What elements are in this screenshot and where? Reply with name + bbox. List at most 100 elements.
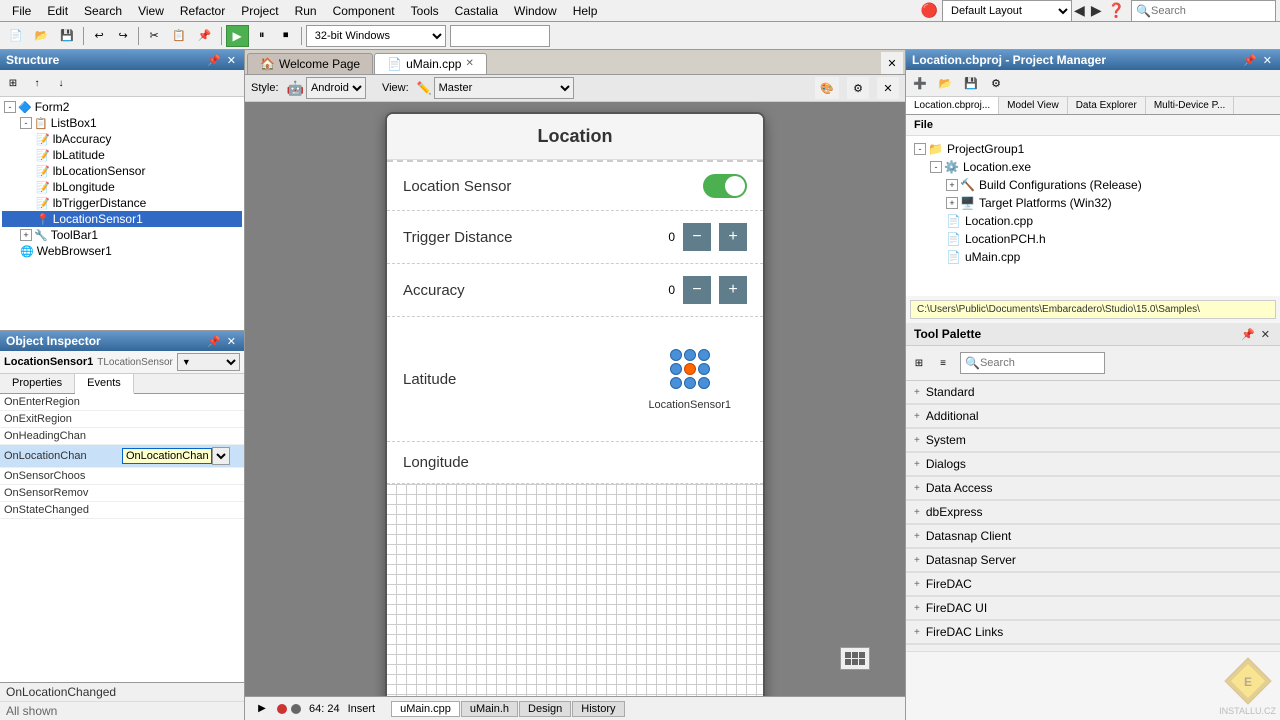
- category-firedaclinks-header[interactable]: + FireDAC Links: [906, 621, 1280, 644]
- expand-projectgroup1[interactable]: -: [914, 143, 926, 155]
- menu-view[interactable]: View: [130, 2, 172, 20]
- file-row-umaincpp[interactable]: 📄 uMain.cpp: [910, 248, 1276, 266]
- category-datasnapclient-header[interactable]: + Datasnap Client: [906, 525, 1280, 548]
- tp-close-btn[interactable]: ✕: [1259, 328, 1272, 341]
- event-value-onlocationchan[interactable]: ▼: [122, 447, 240, 465]
- pm-tab-dataexplorer[interactable]: Data Explorer: [1068, 97, 1146, 114]
- event-row-onexitregion[interactable]: OnExitRegion: [0, 411, 244, 428]
- tree-item-locationsensor1[interactable]: 📍 LocationSensor1: [2, 211, 242, 227]
- mini-palette-btn[interactable]: [840, 647, 870, 670]
- oi-pin-btn[interactable]: 📌: [205, 335, 223, 348]
- structure-pin-btn[interactable]: 📌: [205, 54, 223, 67]
- design-toolbar-btn3[interactable]: ✕: [877, 77, 899, 99]
- design-toolbar-btn1[interactable]: 🎨: [815, 77, 839, 99]
- tp-btn1[interactable]: ⊞: [908, 352, 930, 374]
- menu-run[interactable]: Run: [287, 2, 325, 20]
- category-dataaccess-header[interactable]: + Data Access: [906, 477, 1280, 500]
- oi-close-btn[interactable]: ✕: [225, 335, 238, 348]
- category-additional-header[interactable]: + Additional: [906, 405, 1280, 428]
- copy-btn[interactable]: 📋: [167, 25, 191, 47]
- tree-toolbar-btn1[interactable]: ⊞: [2, 72, 24, 94]
- design-toolbar-btn2[interactable]: ⚙: [847, 77, 869, 99]
- status-tab-umainh[interactable]: uMain.h: [461, 701, 518, 717]
- accuracy-minus-btn[interactable]: −: [683, 276, 711, 304]
- tree-item-form2[interactable]: - 🔷 Form2: [2, 99, 242, 115]
- category-datasnapserver-header[interactable]: + Datasnap Server: [906, 549, 1280, 572]
- event-dropdown-onlocationchan[interactable]: ▼: [212, 447, 230, 465]
- file-row-locationcpp[interactable]: 📄 Location.cpp: [910, 212, 1276, 230]
- object-selector-dropdown[interactable]: ▼: [177, 353, 240, 371]
- expand-listbox1[interactable]: -: [20, 117, 32, 129]
- event-row-onlocationchan[interactable]: OnLocationChan ▼: [0, 445, 244, 468]
- tree-item-webbrowser1[interactable]: 🌐 WebBrowser1: [2, 243, 242, 259]
- save-btn[interactable]: 💾: [55, 25, 79, 47]
- category-firedacui-header[interactable]: + FireDAC UI: [906, 597, 1280, 620]
- stop-btn[interactable]: ⏹: [275, 25, 297, 47]
- redo-btn[interactable]: ↪: [112, 25, 134, 47]
- tab-welcome-page[interactable]: 🏠 Welcome Page: [247, 53, 373, 74]
- event-row-onsensorremov[interactable]: OnSensorRemov: [0, 485, 244, 502]
- help-btn[interactable]: ❓: [1106, 2, 1127, 19]
- expand-buildconfig[interactable]: +: [946, 179, 958, 191]
- triggerdistance-minus-btn[interactable]: −: [683, 223, 711, 251]
- tool-search-input[interactable]: [980, 357, 1100, 369]
- file-row-targetplatforms[interactable]: + 🖥️ Target Platforms (Win32): [910, 194, 1276, 212]
- file-row-locationexe[interactable]: - ⚙️ Location.exe: [910, 158, 1276, 176]
- tree-item-lbaccuracy[interactable]: 📝 lbAccuracy: [2, 131, 242, 147]
- umaincpp-close-btn[interactable]: ✕: [465, 58, 473, 69]
- pm-close-btn[interactable]: ✕: [1261, 54, 1274, 67]
- structure-close-btn[interactable]: ✕: [225, 54, 238, 67]
- event-input-onlocationchan[interactable]: [122, 448, 212, 464]
- status-tab-umaincpp[interactable]: uMain.cpp: [391, 701, 460, 717]
- paste-btn[interactable]: 📌: [193, 25, 217, 47]
- expand-form2[interactable]: -: [4, 101, 16, 113]
- menu-search[interactable]: Search: [76, 2, 130, 20]
- tab-events[interactable]: Events: [75, 374, 134, 394]
- tab-umaincpp[interactable]: 📄 uMain.cpp ✕: [374, 53, 487, 74]
- category-dialogs-header[interactable]: + Dialogs: [906, 453, 1280, 476]
- menu-castalia[interactable]: Castalia: [447, 2, 506, 20]
- status-tab-design[interactable]: Design: [519, 701, 571, 717]
- open-btn[interactable]: 📂: [30, 25, 54, 47]
- pm-save-btn[interactable]: 💾: [959, 72, 983, 94]
- tree-toolbar-btn3[interactable]: ↓: [50, 72, 72, 94]
- expand-locationexe[interactable]: -: [930, 161, 942, 173]
- undo-btn[interactable]: ↩: [88, 25, 110, 47]
- menu-help[interactable]: Help: [565, 2, 606, 20]
- tree-item-listbox1[interactable]: - 📋 ListBox1: [2, 115, 242, 131]
- top-search-input[interactable]: [1151, 5, 1271, 17]
- tree-item-lblongitude[interactable]: 📝 lbLongitude: [2, 179, 242, 195]
- pause-btn[interactable]: ⏸: [251, 25, 273, 47]
- menu-component[interactable]: Component: [325, 2, 403, 20]
- tp-btn2[interactable]: ≡: [932, 352, 954, 374]
- pm-add-btn[interactable]: ➕: [908, 72, 932, 94]
- nav-forward-btn[interactable]: ▶: [1089, 2, 1104, 19]
- file-row-buildconfig[interactable]: + 🔨 Build Configurations (Release): [910, 176, 1276, 194]
- event-row-onenterregion[interactable]: OnEnterRegion: [0, 394, 244, 411]
- event-row-onsensorchoos[interactable]: OnSensorChoos: [0, 468, 244, 485]
- file-row-locationpch[interactable]: 📄 LocationPCH.h: [910, 230, 1276, 248]
- event-row-onheadingchan[interactable]: OnHeadingChan: [0, 428, 244, 445]
- event-row-onstatechanged[interactable]: OnStateChanged: [0, 502, 244, 519]
- editor-close-btn[interactable]: ✕: [881, 52, 903, 74]
- expand-toolbar1[interactable]: +: [20, 229, 32, 241]
- category-system-header[interactable]: + System: [906, 429, 1280, 452]
- menu-edit[interactable]: Edit: [39, 2, 76, 20]
- menu-tools[interactable]: Tools: [403, 2, 447, 20]
- layout-dropdown[interactable]: Default Layout: [942, 0, 1072, 22]
- location-sensor-widget[interactable]: LocationSensor1: [648, 347, 731, 411]
- pm-tab-multidevice[interactable]: Multi-Device P...: [1146, 97, 1235, 114]
- menu-file[interactable]: File: [4, 2, 39, 20]
- style-dropdown[interactable]: Android: [306, 77, 366, 99]
- pm-tab-location[interactable]: Location.cbproj...: [906, 97, 999, 114]
- run-btn[interactable]: ▶: [226, 25, 249, 47]
- pm-tab-modelview[interactable]: Model View: [999, 97, 1068, 114]
- new-btn[interactable]: 📄: [4, 25, 28, 47]
- view-dropdown[interactable]: Master: [434, 77, 574, 99]
- tree-item-lblatitude[interactable]: 📝 lbLatitude: [2, 147, 242, 163]
- category-dbexpress-header[interactable]: + dbExpress: [906, 501, 1280, 524]
- file-row-projectgroup1[interactable]: - 📁 ProjectGroup1: [910, 140, 1276, 158]
- triggerdistance-plus-btn[interactable]: +: [719, 223, 747, 251]
- menu-window[interactable]: Window: [506, 2, 565, 20]
- tree-item-toolbar1[interactable]: + 🔧 ToolBar1: [2, 227, 242, 243]
